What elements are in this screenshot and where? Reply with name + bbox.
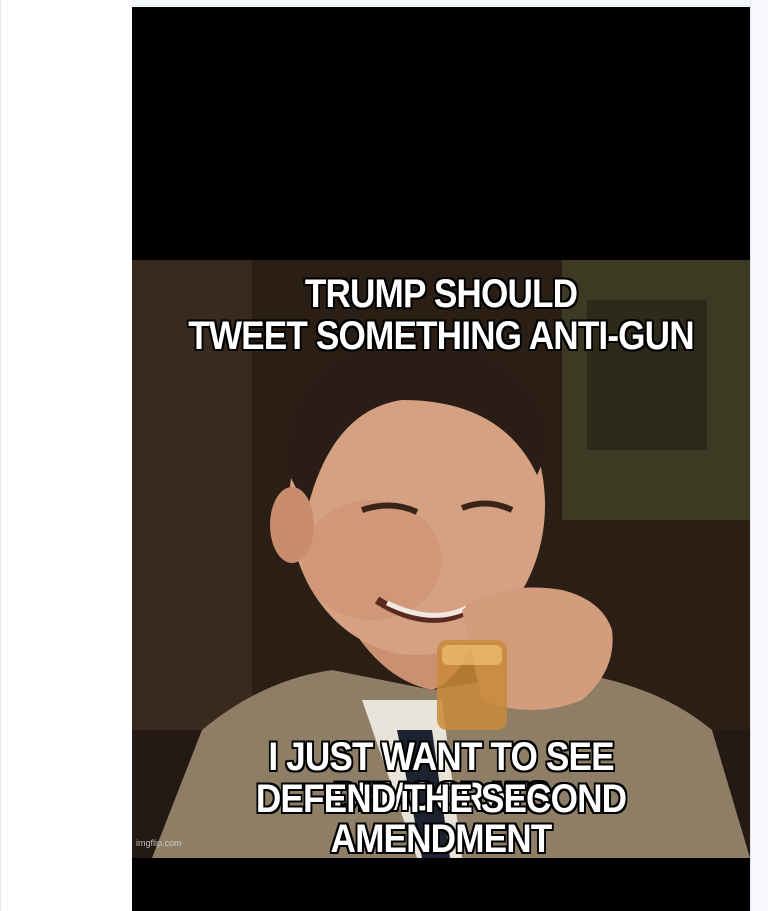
scrollbar-track[interactable] bbox=[750, 0, 768, 911]
letterbox-bottom bbox=[132, 858, 750, 911]
caption-bottom-line-2: DEFEND THE SECOND AMENDMENT bbox=[255, 777, 627, 861]
imgflip-watermark: imgflip.com bbox=[136, 838, 182, 848]
caption-top-line-2: TWEET SOMETHING ANTI-GUN bbox=[188, 314, 694, 358]
left-gutter bbox=[0, 0, 132, 911]
caption-top-line-1: TRUMP SHOULD bbox=[304, 272, 578, 316]
page: TRUMP SHOULD TWEET SOMETHING ANTI-GUN I … bbox=[0, 0, 768, 911]
meme-image[interactable]: TRUMP SHOULD TWEET SOMETHING ANTI-GUN I … bbox=[132, 7, 750, 911]
